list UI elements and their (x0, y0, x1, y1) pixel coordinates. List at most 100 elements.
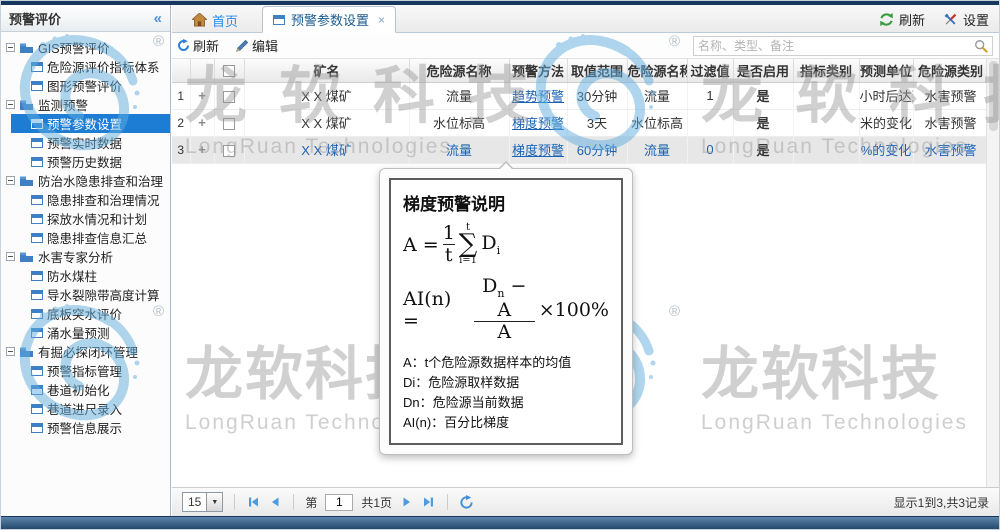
header-hazard-name2[interactable]: 危险源名称 (627, 59, 687, 82)
settings-button[interactable]: 设置 (943, 10, 989, 29)
tree-item-realtime-data[interactable]: 预警实时数据 (1, 133, 170, 152)
tree-item-warning-param-settings[interactable]: 预警参数设置 (11, 114, 170, 133)
table-row-selected[interactable]: 3 + X X 煤矿 流量 梯度预警 60分钟 流量 0 是 %的变化 水害预警 (172, 136, 988, 163)
sidebar-collapse-icon[interactable]: « (154, 10, 162, 27)
tree-item-water-detect-plan[interactable]: 探放水情况和计划 (1, 209, 170, 228)
refresh-button[interactable]: 刷新 (879, 10, 925, 29)
first-page-button[interactable] (246, 495, 260, 509)
sidebar-title: 预警评价 (9, 9, 61, 28)
header-range[interactable]: 取值范围 (567, 59, 627, 82)
folder-icon (19, 175, 34, 187)
reload-grid-button[interactable] (459, 495, 474, 510)
page-size-select[interactable]: 15 ▼ (182, 492, 223, 512)
tree-folder-label: 水害专家分析 (38, 247, 113, 266)
tree-item-fracture-height[interactable]: 导水裂隙带高度计算 (1, 285, 170, 304)
tab-warning-param-settings[interactable]: 预警参数设置 × (262, 6, 396, 33)
tree-item-warning-info-display[interactable]: 预警信息展示 (1, 418, 170, 437)
window-icon (31, 309, 43, 319)
header-hazard-name[interactable]: 危险源名称 (409, 59, 509, 82)
tree-item-waterproof-pillar[interactable]: 防水煤柱 (1, 266, 170, 285)
nav-tree: GIS预警评价 危险源评价指标体系 图形预警评价 监测预警 预警参数设置 预警实… (1, 32, 170, 437)
header-category[interactable]: 指标类别 (793, 59, 859, 82)
scrollbar-thumb[interactable] (989, 61, 998, 131)
vertical-scrollbar[interactable] (986, 59, 999, 487)
refresh-green-icon (879, 12, 894, 27)
cell-enabled: 是 (733, 136, 793, 163)
tree-item-floor-inrush[interactable]: 底板突水评价 (1, 304, 170, 323)
tab-active-label: 预警参数设置 (291, 10, 369, 29)
row-checkbox[interactable] (223, 145, 235, 157)
grid-edit-button[interactable]: 编辑 (235, 36, 278, 55)
header-expand (190, 59, 214, 82)
tree-folder-expert-analysis[interactable]: 水害专家分析 (1, 247, 170, 266)
window-icon (273, 15, 285, 25)
tree-folder-monitor[interactable]: 监测预警 (1, 95, 170, 114)
sidebar-header: 预警评价 « (1, 5, 170, 32)
tree-item-hazard-summary[interactable]: 隐患排查信息汇总 (1, 228, 170, 247)
header-filter[interactable]: 过滤值 (687, 59, 733, 82)
tab-strip: 首页 预警参数设置 × 刷新 (172, 5, 999, 33)
select-all-checkbox[interactable] (223, 65, 235, 77)
header-unit[interactable]: 预测单位 (859, 59, 913, 82)
method-link[interactable]: 梯度预警 (512, 143, 564, 158)
last-page-button[interactable] (422, 495, 436, 509)
expand-row-icon[interactable]: + (198, 142, 206, 157)
header-method[interactable]: 预警方法 (509, 59, 567, 82)
tree-item-inflow-forecast[interactable]: 涌水量预测 (1, 323, 170, 342)
close-icon[interactable]: × (378, 13, 385, 27)
tools-icon (943, 12, 958, 27)
search-input[interactable] (698, 39, 974, 53)
method-link[interactable]: 趋势预警 (512, 89, 564, 104)
tree-item-roadway-init[interactable]: 巷道初始化 (1, 380, 170, 399)
collapse-node-icon[interactable] (6, 176, 15, 185)
expand-row-icon[interactable]: + (198, 88, 206, 103)
header-enabled[interactable]: 是否启用 (733, 59, 793, 82)
pencil-icon (235, 39, 249, 53)
next-page-button[interactable] (400, 495, 414, 509)
header-mine[interactable]: 矿名 (244, 59, 409, 82)
tree-item-hazard-check[interactable]: 隐患排查和治理情况 (1, 190, 170, 209)
tree-item-graphic-warning[interactable]: 图形预警评价 (1, 76, 170, 95)
expand-row-icon[interactable]: + (198, 115, 206, 130)
formula-average: A = 1t t∑i=1 Di (403, 223, 609, 266)
tab-home[interactable]: 首页 (182, 8, 248, 32)
cell-unit: 小时后达到 (859, 82, 913, 109)
window-icon (31, 271, 43, 281)
cell-mine: X X 煤矿 (244, 136, 409, 163)
grid-refresh-button[interactable]: 刷新 (177, 36, 219, 55)
row-checkbox[interactable] (223, 118, 235, 130)
collapse-node-icon[interactable] (6, 347, 15, 356)
window-icon (31, 62, 43, 72)
cell-hazard: 流量 (409, 136, 509, 163)
method-link[interactable]: 梯度预警 (512, 116, 564, 131)
table-row[interactable]: 1 + X X 煤矿 流量 趋势预警 30分钟 流量 1 是 小时后达到 水害预… (172, 82, 988, 109)
cell-hazard2: 流量 (627, 136, 687, 163)
cell-type: 水害预警 (913, 82, 988, 109)
app-window: 预警评价 « GIS预警评价 危险源评价指标体系 图形预警评价 监测预警 预警参… (0, 0, 1000, 530)
search-box[interactable] (693, 36, 993, 56)
window-icon (31, 214, 43, 224)
cell-hazard: 水位标高 (409, 109, 509, 136)
prev-page-button[interactable] (268, 495, 282, 509)
folder-icon (19, 251, 34, 263)
cell-filter (687, 109, 733, 136)
collapse-node-icon[interactable] (6, 252, 15, 261)
tree-item-history-data[interactable]: 预警历史数据 (1, 152, 170, 171)
tree-item-hazard-index-system[interactable]: 危险源评价指标体系 (1, 57, 170, 76)
search-icon[interactable] (974, 39, 988, 53)
header-type[interactable]: 危险源类别 (913, 59, 988, 82)
cell-enabled: 是 (733, 109, 793, 136)
folder-icon (19, 346, 34, 358)
cell-range: 3天 (567, 109, 627, 136)
tree-folder-gis[interactable]: GIS预警评价 (1, 38, 170, 57)
collapse-node-icon[interactable] (6, 43, 15, 52)
tree-folder-closed-loop[interactable]: 有掘必探闭环管理 (1, 342, 170, 361)
collapse-node-icon[interactable] (6, 100, 15, 109)
window-actions: 刷新 设置 (879, 10, 989, 29)
tree-item-roadway-footage[interactable]: 巷道进尺录入 (1, 399, 170, 418)
page-number-input[interactable] (325, 494, 353, 511)
table-row[interactable]: 2 + X X 煤矿 水位标高 梯度预警 3天 水位标高 是 米的变化 水害预警 (172, 109, 988, 136)
tree-item-warning-index-mgmt[interactable]: 预警指标管理 (1, 361, 170, 380)
row-checkbox[interactable] (223, 91, 235, 103)
tree-folder-water-hazard[interactable]: 防治水隐患排查和治理 (1, 171, 170, 190)
